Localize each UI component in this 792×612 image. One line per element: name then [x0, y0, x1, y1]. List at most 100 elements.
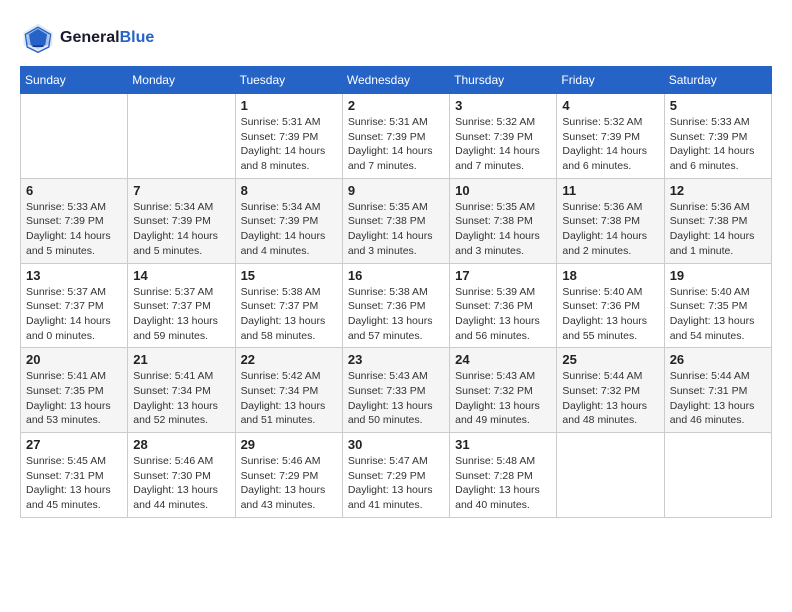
calendar-cell: [557, 433, 664, 518]
day-number: 21: [133, 352, 229, 367]
calendar-cell: 18 Sunrise: 5:40 AM Sunset: 7:36 PM Dayli…: [557, 263, 664, 348]
day-info: Sunrise: 5:37 AM Sunset: 7:37 PM Dayligh…: [26, 285, 122, 344]
day-info: Sunrise: 5:41 AM Sunset: 7:34 PM Dayligh…: [133, 369, 229, 428]
day-number: 18: [562, 268, 658, 283]
day-info: Sunrise: 5:38 AM Sunset: 7:37 PM Dayligh…: [241, 285, 337, 344]
calendar-cell: 19 Sunrise: 5:40 AM Sunset: 7:35 PM Dayli…: [664, 263, 771, 348]
calendar-cell: 25Sunrise: 5:44 AM Sunset: 7:32 PM Dayli…: [557, 348, 664, 433]
day-number: 1: [241, 98, 337, 113]
calendar-cell: 13 Sunrise: 5:37 AM Sunset: 7:37 PM Dayli…: [21, 263, 128, 348]
calendar-week-5: 27 Sunrise: 5:45 AM Sunset: 7:31 PM Dayli…: [21, 433, 772, 518]
day-number: 16: [348, 268, 444, 283]
calendar-cell: 16 Sunrise: 5:38 AM Sunset: 7:36 PM Dayli…: [342, 263, 449, 348]
dow-header-monday: Monday: [128, 67, 235, 94]
day-info: Sunrise: 5:43 AM Sunset: 7:33 PM Dayligh…: [348, 369, 444, 428]
days-of-week-row: SundayMondayTuesdayWednesdayThursdayFrid…: [21, 67, 772, 94]
day-info: Sunrise: 5:41 AM Sunset: 7:35 PM Dayligh…: [26, 369, 122, 428]
calendar-cell: 15Sunrise: 5:38 AM Sunset: 7:37 PM Dayli…: [235, 263, 342, 348]
day-number: 20: [26, 352, 122, 367]
day-info: Sunrise: 5:36 AM Sunset: 7:38 PM Dayligh…: [670, 200, 766, 259]
day-info: Sunrise: 5:46 AM Sunset: 7:29 PM Dayligh…: [241, 454, 337, 513]
calendar-cell: 22 Sunrise: 5:42 AM Sunset: 7:34 PM Dayli…: [235, 348, 342, 433]
calendar-cell: 23 Sunrise: 5:43 AM Sunset: 7:33 PM Dayli…: [342, 348, 449, 433]
calendar-cell: 20 Sunrise: 5:41 AM Sunset: 7:35 PM Dayli…: [21, 348, 128, 433]
calendar-cell: [128, 94, 235, 179]
day-number: 13: [26, 268, 122, 283]
day-info: Sunrise: 5:44 AM Sunset: 7:32 PM Dayligh…: [562, 369, 658, 428]
day-info: Sunrise: 5:48 AM Sunset: 7:28 PM Dayligh…: [455, 454, 551, 513]
calendar-week-1: 1 Sunrise: 5:31 AM Sunset: 7:39 PM Daylig…: [21, 94, 772, 179]
day-number: 12: [670, 183, 766, 198]
day-info: Sunrise: 5:42 AM Sunset: 7:34 PM Dayligh…: [241, 369, 337, 428]
calendar-cell: 6 Sunrise: 5:33 AM Sunset: 7:39 PM Daylig…: [21, 178, 128, 263]
day-info: Sunrise: 5:33 AM Sunset: 7:39 PM Dayligh…: [670, 115, 766, 174]
dow-header-wednesday: Wednesday: [342, 67, 449, 94]
calendar-cell: 30 Sunrise: 5:47 AM Sunset: 7:29 PM Dayli…: [342, 433, 449, 518]
calendar-cell: 1 Sunrise: 5:31 AM Sunset: 7:39 PM Daylig…: [235, 94, 342, 179]
day-number: 19: [670, 268, 766, 283]
dow-header-saturday: Saturday: [664, 67, 771, 94]
day-number: 6: [26, 183, 122, 198]
day-number: 7: [133, 183, 229, 198]
day-info: Sunrise: 5:35 AM Sunset: 7:38 PM Dayligh…: [455, 200, 551, 259]
day-info: Sunrise: 5:47 AM Sunset: 7:29 PM Dayligh…: [348, 454, 444, 513]
day-info: Sunrise: 5:46 AM Sunset: 7:30 PM Dayligh…: [133, 454, 229, 513]
dow-header-friday: Friday: [557, 67, 664, 94]
calendar-cell: 4 Sunrise: 5:32 AM Sunset: 7:39 PM Daylig…: [557, 94, 664, 179]
day-info: Sunrise: 5:31 AM Sunset: 7:39 PM Dayligh…: [348, 115, 444, 174]
calendar-cell: 2 Sunrise: 5:31 AM Sunset: 7:39 PM Daylig…: [342, 94, 449, 179]
day-number: 24: [455, 352, 551, 367]
day-info: Sunrise: 5:40 AM Sunset: 7:35 PM Dayligh…: [670, 285, 766, 344]
day-number: 4: [562, 98, 658, 113]
day-info: Sunrise: 5:32 AM Sunset: 7:39 PM Dayligh…: [455, 115, 551, 174]
calendar-cell: 26Sunrise: 5:44 AM Sunset: 7:31 PM Dayli…: [664, 348, 771, 433]
calendar-cell: 27 Sunrise: 5:45 AM Sunset: 7:31 PM Dayli…: [21, 433, 128, 518]
day-info: Sunrise: 5:31 AM Sunset: 7:39 PM Dayligh…: [241, 115, 337, 174]
day-number: 2: [348, 98, 444, 113]
calendar-week-4: 20 Sunrise: 5:41 AM Sunset: 7:35 PM Dayli…: [21, 348, 772, 433]
day-number: 30: [348, 437, 444, 452]
day-info: Sunrise: 5:34 AM Sunset: 7:39 PM Dayligh…: [133, 200, 229, 259]
day-info: Sunrise: 5:32 AM Sunset: 7:39 PM Dayligh…: [562, 115, 658, 174]
calendar-week-2: 6 Sunrise: 5:33 AM Sunset: 7:39 PM Daylig…: [21, 178, 772, 263]
day-number: 14: [133, 268, 229, 283]
day-info: Sunrise: 5:38 AM Sunset: 7:36 PM Dayligh…: [348, 285, 444, 344]
calendar-body: 1 Sunrise: 5:31 AM Sunset: 7:39 PM Daylig…: [21, 94, 772, 518]
logo: GeneralBlue: [20, 20, 154, 56]
calendar-cell: 21 Sunrise: 5:41 AM Sunset: 7:34 PM Dayli…: [128, 348, 235, 433]
day-info: Sunrise: 5:45 AM Sunset: 7:31 PM Dayligh…: [26, 454, 122, 513]
calendar-cell: 17 Sunrise: 5:39 AM Sunset: 7:36 PM Dayli…: [450, 263, 557, 348]
day-number: 28: [133, 437, 229, 452]
day-info: Sunrise: 5:35 AM Sunset: 7:38 PM Dayligh…: [348, 200, 444, 259]
day-info: Sunrise: 5:37 AM Sunset: 7:37 PM Dayligh…: [133, 285, 229, 344]
dow-header-tuesday: Tuesday: [235, 67, 342, 94]
logo-text: GeneralBlue: [60, 29, 154, 47]
calendar-cell: 8Sunrise: 5:34 AM Sunset: 7:39 PM Daylig…: [235, 178, 342, 263]
calendar-week-3: 13 Sunrise: 5:37 AM Sunset: 7:37 PM Dayli…: [21, 263, 772, 348]
calendar-cell: 28 Sunrise: 5:46 AM Sunset: 7:30 PM Dayli…: [128, 433, 235, 518]
logo-icon: [20, 20, 56, 56]
day-number: 5: [670, 98, 766, 113]
day-number: 31: [455, 437, 551, 452]
day-info: Sunrise: 5:40 AM Sunset: 7:36 PM Dayligh…: [562, 285, 658, 344]
calendar-table: SundayMondayTuesdayWednesdayThursdayFrid…: [20, 66, 772, 518]
calendar-cell: [664, 433, 771, 518]
day-info: Sunrise: 5:39 AM Sunset: 7:36 PM Dayligh…: [455, 285, 551, 344]
day-info: Sunrise: 5:34 AM Sunset: 7:39 PM Dayligh…: [241, 200, 337, 259]
calendar-cell: 31 Sunrise: 5:48 AM Sunset: 7:28 PM Dayli…: [450, 433, 557, 518]
calendar-cell: 14 Sunrise: 5:37 AM Sunset: 7:37 PM Dayli…: [128, 263, 235, 348]
calendar-cell: 29Sunrise: 5:46 AM Sunset: 7:29 PM Dayli…: [235, 433, 342, 518]
calendar-cell: 10Sunrise: 5:35 AM Sunset: 7:38 PM Dayli…: [450, 178, 557, 263]
dow-header-thursday: Thursday: [450, 67, 557, 94]
calendar-cell: 12 Sunrise: 5:36 AM Sunset: 7:38 PM Dayli…: [664, 178, 771, 263]
day-number: 11: [562, 183, 658, 198]
calendar-cell: [21, 94, 128, 179]
calendar-cell: 11Sunrise: 5:36 AM Sunset: 7:38 PM Dayli…: [557, 178, 664, 263]
day-number: 27: [26, 437, 122, 452]
day-number: 17: [455, 268, 551, 283]
day-number: 23: [348, 352, 444, 367]
dow-header-sunday: Sunday: [21, 67, 128, 94]
day-info: Sunrise: 5:33 AM Sunset: 7:39 PM Dayligh…: [26, 200, 122, 259]
day-number: 22: [241, 352, 337, 367]
day-number: 9: [348, 183, 444, 198]
